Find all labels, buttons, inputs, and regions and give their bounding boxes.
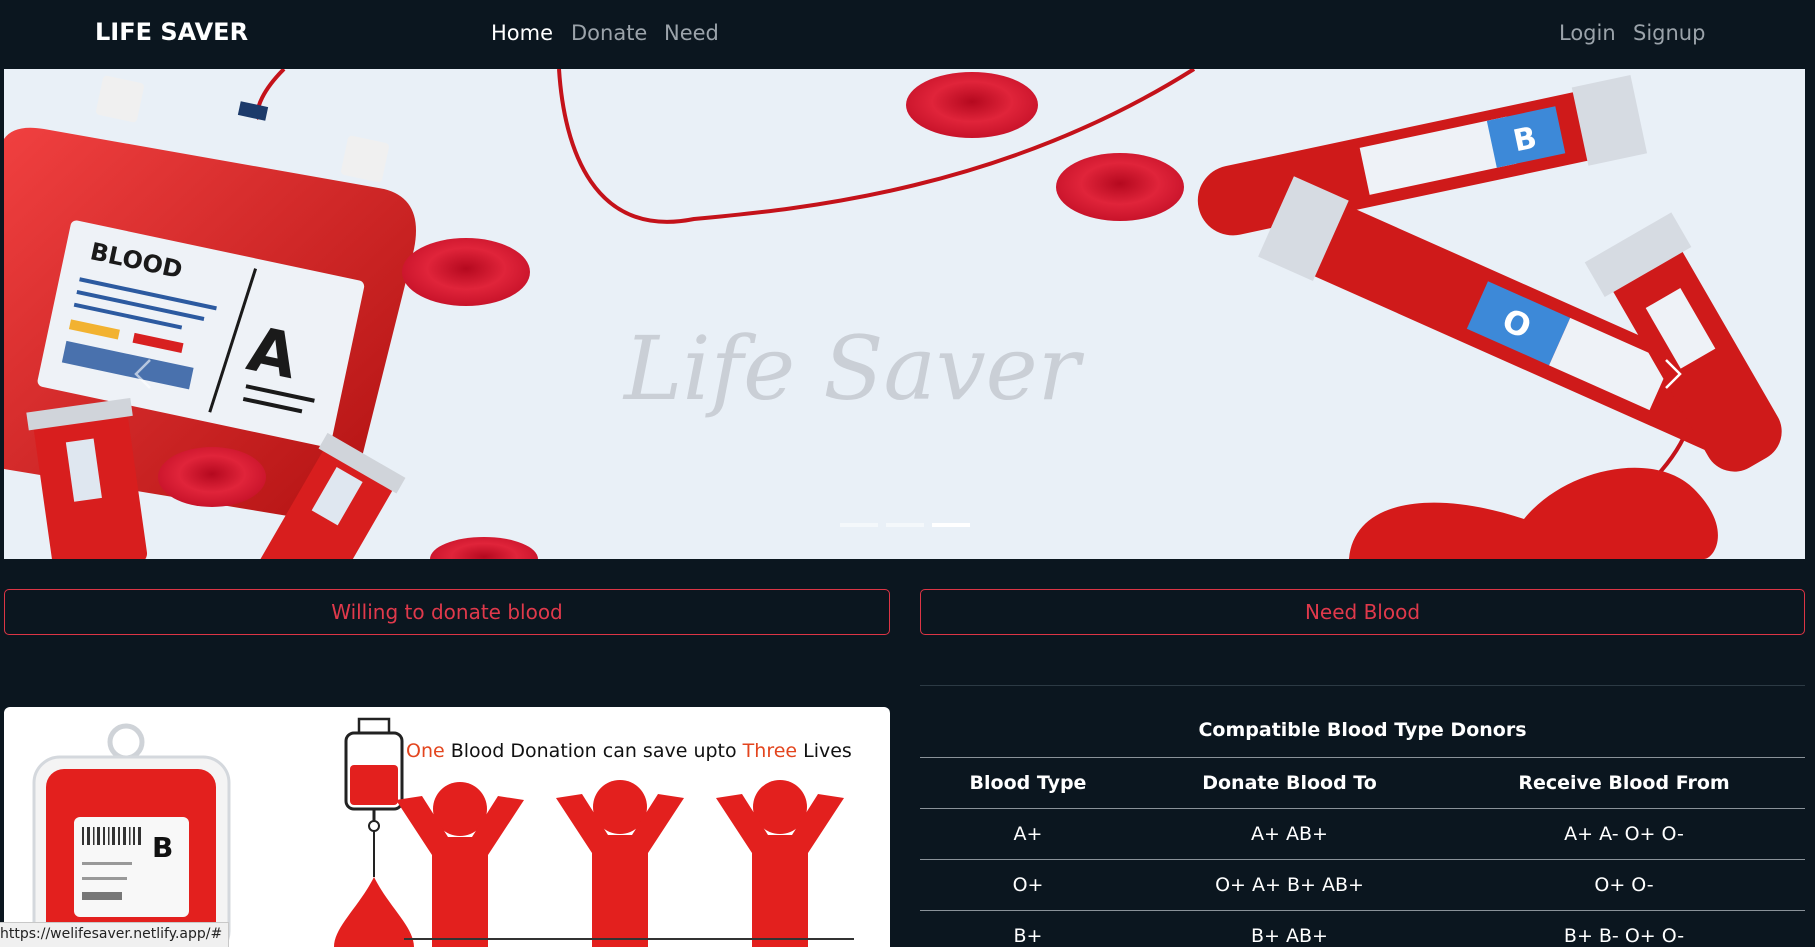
cell-receive-from: A+ A- O+ O- xyxy=(1564,823,1684,845)
nav-link-signup[interactable]: Signup xyxy=(1633,21,1705,45)
cell-donate-to: B+ AB+ xyxy=(1251,925,1328,947)
cell-donate-to: A+ AB+ xyxy=(1251,823,1328,845)
chevron-left-icon xyxy=(134,359,151,389)
navbar: LIFE SAVER Home Donate Need Login Signup xyxy=(0,0,1815,68)
cell-blood-type: O+ xyxy=(1012,874,1044,896)
person-icon-3 xyxy=(716,780,844,947)
nav-link-donate[interactable]: Donate xyxy=(571,21,647,45)
nav-link-home[interactable]: Home xyxy=(491,21,553,45)
svg-text:B: B xyxy=(152,831,173,864)
need-blood-button[interactable]: Need Blood xyxy=(920,589,1805,635)
blood-bag-b-icon: B xyxy=(32,723,231,947)
table-row: A+ A+ AB+ A+ A- O+ O- xyxy=(920,808,1805,859)
table-caption: Compatible Blood Type Donors xyxy=(1198,719,1527,741)
nav-link-need[interactable]: Need xyxy=(664,21,719,45)
table-row: O+ O+ A+ B+ AB+ O+ O- xyxy=(920,859,1805,910)
donation-infographic: B One Blood Donation can save upto Three… xyxy=(32,717,854,947)
cell-blood-type: B+ xyxy=(1013,925,1043,947)
svg-text:One Blood Donation can save up: One Blood Donation can save upto Three L… xyxy=(406,740,852,762)
cell-receive-from: B+ B- O+ O- xyxy=(1563,925,1685,947)
cell-blood-type: A+ xyxy=(1013,823,1043,845)
header-donate-to: Donate Blood To xyxy=(1202,772,1377,794)
carousel-indicator-2[interactable] xyxy=(886,523,924,527)
carousel-next-button[interactable] xyxy=(1652,354,1692,394)
status-bar-url: https://welifesaver.netlify.app/# xyxy=(0,922,230,947)
svg-text:Life Saver: Life Saver xyxy=(622,317,1085,420)
donation-info-image: B One Blood Donation can save upto Three… xyxy=(4,707,890,947)
hero-illustration: BLOOD A B O Life Saver xyxy=(4,69,1782,559)
cell-receive-from: O+ O- xyxy=(1594,874,1654,896)
person-icon-1 xyxy=(396,782,524,947)
person-icon-2 xyxy=(556,780,684,947)
header-receive-from: Receive Blood From xyxy=(1518,772,1730,794)
people-icons xyxy=(396,780,844,947)
chevron-right-icon xyxy=(1665,359,1682,389)
table-header-row: Blood Type Donate Blood To Receive Blood… xyxy=(920,757,1805,808)
header-blood-type: Blood Type xyxy=(969,772,1087,794)
section-divider xyxy=(920,685,1805,686)
nav-link-login[interactable]: Login xyxy=(1559,21,1616,45)
hero-carousel: BLOOD A B O Life Saver xyxy=(4,69,1805,559)
carousel-indicator-1[interactable] xyxy=(840,523,878,527)
carousel-indicator-3[interactable] xyxy=(932,523,970,527)
carousel-indicators xyxy=(840,523,970,527)
donate-blood-button[interactable]: Willing to donate blood xyxy=(4,589,890,635)
cell-donate-to: O+ A+ B+ AB+ xyxy=(1215,874,1364,896)
brand-logo[interactable]: LIFE SAVER xyxy=(95,18,248,46)
carousel-prev-button[interactable] xyxy=(124,354,164,394)
table-row: B+ B+ AB+ B+ B- O+ O- xyxy=(920,910,1805,947)
